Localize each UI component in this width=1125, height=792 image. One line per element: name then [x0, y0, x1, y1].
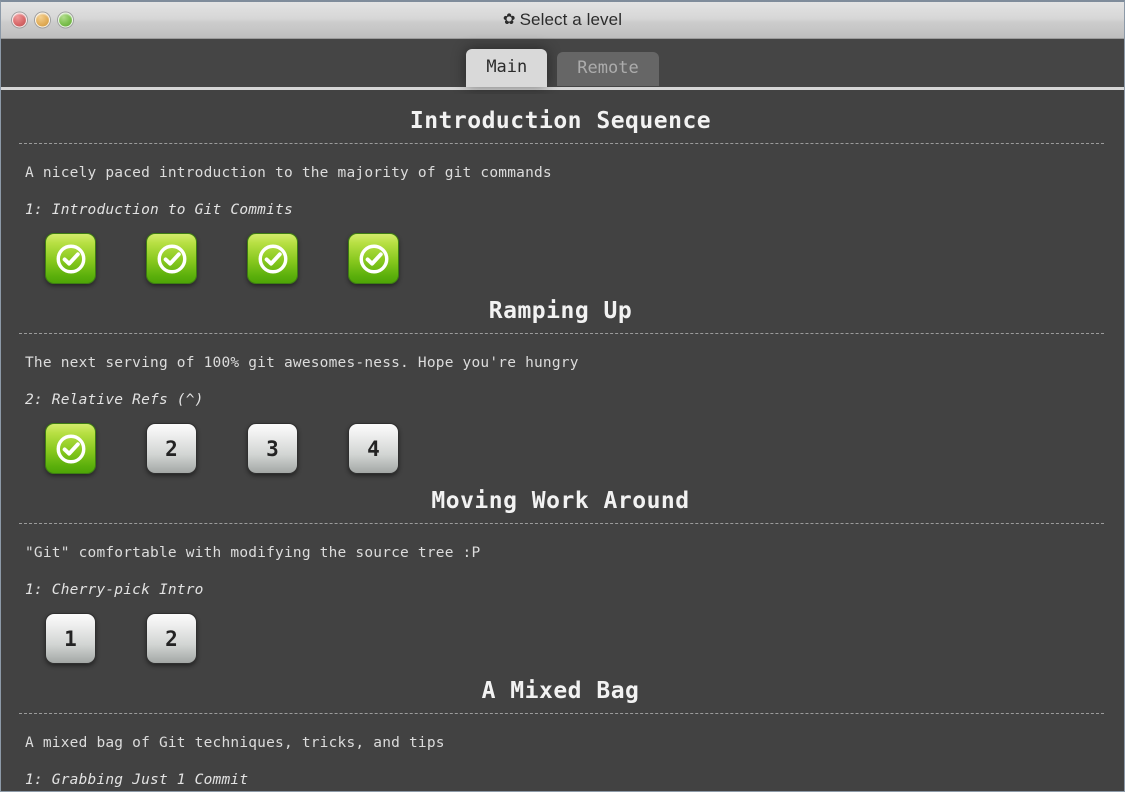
section-description: The next serving of 100% git awesomes-ne… [25, 355, 579, 371]
level-button-1[interactable] [45, 423, 96, 474]
level-button-3[interactable]: 3 [247, 423, 298, 474]
section-title: A Mixed Bag [481, 678, 640, 704]
level-button-2[interactable]: 2 [146, 423, 197, 474]
tab-bar: Main Remote [1, 39, 1124, 90]
level-button-4[interactable] [348, 233, 399, 284]
section-a-mixed-bag: A Mixed Bag A mixed bag of Git technique… [7, 664, 1114, 788]
check-circle-icon [155, 242, 189, 276]
section-description: A mixed bag of Git techniques, tricks, a… [25, 735, 445, 751]
sequence-name: 1: Grabbing Just 1 Commit [25, 772, 249, 788]
tab-main[interactable]: Main [466, 49, 548, 87]
section-description: A nicely paced introduction to the major… [25, 165, 552, 181]
level-number: 3 [266, 436, 279, 461]
section-title: Ramping Up [488, 298, 633, 324]
section-introduction-sequence: Introduction Sequence A nicely paced int… [7, 94, 1114, 284]
check-circle-icon [54, 432, 88, 466]
section-description: "Git" comfortable with modifying the sou… [25, 545, 481, 561]
level-button-2[interactable]: 2 [146, 613, 197, 664]
level-list: Introduction Sequence A nicely paced int… [1, 94, 1124, 791]
level-button-1[interactable] [45, 233, 96, 284]
level-number: 4 [367, 436, 380, 461]
traffic-lights [12, 12, 73, 28]
level-button-2[interactable] [146, 233, 197, 284]
level-row: 2 3 4 [7, 408, 1114, 474]
window-title: ✿ Select a level [503, 10, 622, 30]
level-select-window: ✿ Select a level Main Remote Introduction… [0, 0, 1125, 792]
tab-remote[interactable]: Remote [557, 52, 659, 86]
zoom-window-button[interactable] [58, 12, 73, 28]
level-row: 1 2 [7, 598, 1114, 664]
section-moving-work-around: Moving Work Around "Git" comfortable wit… [7, 474, 1114, 664]
level-number: 2 [165, 436, 178, 461]
section-title: Moving Work Around [431, 488, 690, 514]
sequence-name: 1: Introduction to Git Commits [25, 202, 293, 218]
close-window-button[interactable] [12, 12, 27, 28]
check-circle-icon [357, 242, 391, 276]
section-title: Introduction Sequence [409, 108, 712, 134]
gear-icon: ✿ [502, 11, 516, 28]
level-button-4[interactable]: 4 [348, 423, 399, 474]
minimize-window-button[interactable] [35, 12, 50, 28]
sequence-name: 2: Relative Refs (^) [25, 392, 204, 408]
level-row [7, 218, 1114, 284]
level-button-3[interactable] [247, 233, 298, 284]
sequence-name: 1: Cherry-pick Intro [25, 582, 204, 598]
level-number: 1 [64, 626, 77, 651]
level-button-1[interactable]: 1 [45, 613, 96, 664]
titlebar: ✿ Select a level [1, 2, 1124, 39]
check-circle-icon [256, 242, 290, 276]
window-title-text: Select a level [519, 10, 623, 29]
level-number: 2 [165, 626, 178, 651]
section-ramping-up: Ramping Up The next serving of 100% git … [7, 284, 1114, 474]
check-circle-icon [54, 242, 88, 276]
